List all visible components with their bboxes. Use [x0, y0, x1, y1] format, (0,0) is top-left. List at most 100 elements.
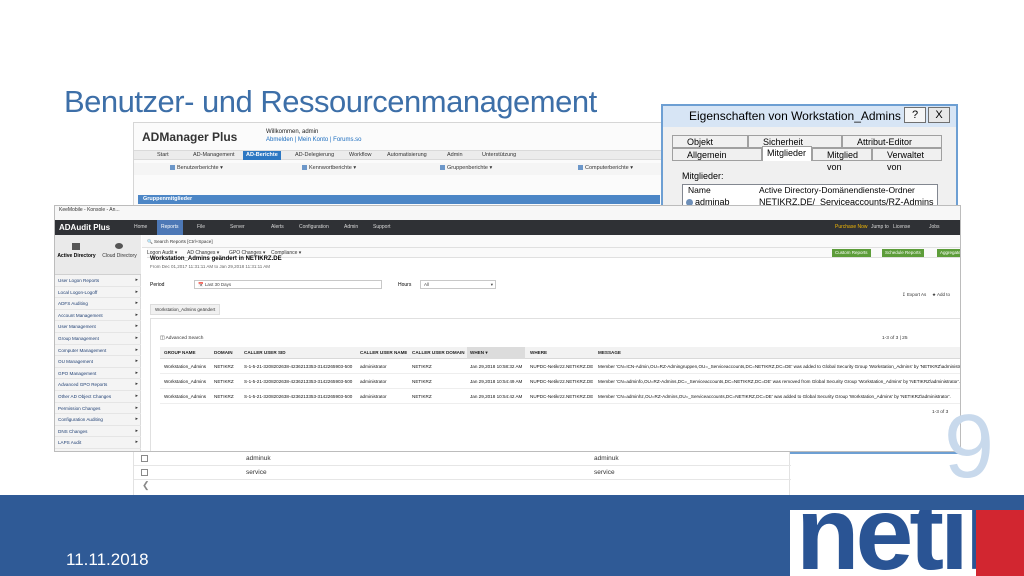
top-nav-alerts[interactable]: Alerts	[271, 220, 284, 235]
col-name[interactable]: Name	[688, 185, 711, 196]
close-button[interactable]: X	[928, 107, 950, 123]
adm-sub-password-reports[interactable]: Kennwortberichte ▾	[302, 165, 356, 171]
tab-verwaltet-von[interactable]: Verwaltet von	[872, 148, 942, 172]
menu-item[interactable]: Account Management	[55, 310, 141, 322]
adm-sub-computer-reports[interactable]: Computerberichte ▾	[578, 165, 633, 171]
row-checkbox[interactable]	[141, 455, 148, 462]
advanced-search-link[interactable]: ◫ Advanced Search	[160, 336, 203, 341]
sidebar: Active Directory Cloud Directory User Lo…	[55, 235, 141, 451]
cloud-icon	[115, 243, 123, 249]
menu-item[interactable]: Other AD Object Changes	[55, 391, 141, 403]
report-icon	[440, 165, 445, 170]
top-nav-home[interactable]: Home	[134, 220, 147, 235]
tab-allgemein[interactable]: Allgemein	[672, 148, 762, 161]
row-checkbox[interactable]	[141, 469, 148, 476]
license-link[interactable]: License	[893, 220, 910, 235]
top-nav-server-audit[interactable]: Server Audit	[230, 220, 245, 245]
scroll-left-icon[interactable]: ❮	[142, 480, 150, 491]
tab-mitglieder[interactable]: Mitglieder	[762, 146, 812, 161]
period-select[interactable]: 📅 Last 30 Days	[194, 280, 382, 289]
adm-nav-ad-delegation[interactable]: AD-Delegierung	[292, 151, 337, 160]
admanager-subnav: Benutzerberichte ▾ Kennwortberichte ▾ Gr…	[134, 163, 662, 175]
menu-item[interactable]: Group Management	[55, 333, 141, 345]
cell-message: Member 'CN=adminhz,OU=RZ-Admins,OU=_Serv…	[598, 394, 951, 399]
menu-item[interactable]: DNS Changes	[55, 426, 141, 438]
col-caller-name[interactable]: CALLER USER NAME	[360, 347, 407, 359]
menu-item[interactable]: Computer Management	[55, 345, 141, 357]
top-nav-support[interactable]: Support	[373, 220, 391, 235]
menu-item[interactable]: ADFS Auditing	[55, 298, 141, 310]
account-links[interactable]: Abmelden | Mein Konto | Forums.so	[266, 136, 362, 144]
period-label: Period	[150, 282, 165, 288]
menu-item[interactable]: Configuration Auditing	[55, 414, 141, 426]
logo-accent	[976, 510, 1024, 576]
purchase-now-link[interactable]: Purchase Now	[835, 220, 868, 235]
top-nav-configuration[interactable]: Configuration	[299, 220, 329, 235]
cell-caller: administrator	[360, 394, 387, 399]
menu-item[interactable]: Permission Changes	[55, 403, 141, 415]
jump-to-link[interactable]: Jump to	[871, 220, 889, 235]
search-reports[interactable]: 🔍 Search Reports [Ctrl+Space]	[147, 235, 213, 248]
adm-sub-group-reports[interactable]: Gruppenberichte ▾	[440, 165, 492, 171]
col-when[interactable]: WHEN ▾	[467, 347, 525, 359]
adaudit-logo: ADAudit Plus	[59, 223, 111, 232]
adm-sub-user-reports[interactable]: Benutzerberichte ▾	[170, 165, 223, 171]
add-to-button[interactable]: ★ Add to	[932, 292, 950, 298]
adm-nav-start[interactable]: Start	[154, 151, 172, 160]
cell-where: NUPDC-Netikrz2.NETIKRZ.DE	[530, 364, 594, 369]
menu-item[interactable]: User Management	[55, 321, 141, 333]
tab-objekt[interactable]: Objekt	[672, 135, 748, 148]
top-nav-admin[interactable]: Admin	[344, 220, 358, 235]
adm-nav-workflow[interactable]: Workflow	[346, 151, 375, 160]
sidebar-tabs: Active Directory Cloud Directory	[55, 235, 141, 275]
cell-caller-domain: NETIKRZ	[412, 394, 432, 399]
list-item[interactable]: service service	[134, 466, 791, 480]
adm-nav-automation[interactable]: Automatisierung	[384, 151, 430, 160]
chevron-down-icon: ▾	[490, 282, 493, 287]
list-item-login: service	[594, 469, 615, 476]
menu-item[interactable]: Local Logon-Logoff	[55, 287, 141, 299]
adm-nav-admin[interactable]: Admin	[444, 151, 466, 160]
col-caller-sid[interactable]: CALLER USER SID	[244, 347, 286, 359]
paging-top[interactable]: 1-3 of 3 | 25	[882, 336, 908, 341]
cell-when: Jan 29,2018 10:54:42 AM	[470, 394, 523, 399]
cell-sid: S-1-5-21-3208202638-4236213353-314226590…	[244, 379, 353, 384]
col-group-name[interactable]: GROUP NAME	[164, 347, 196, 359]
hours-select[interactable]: All ▾	[420, 280, 496, 289]
jobs-link[interactable]: Jobs	[929, 220, 940, 235]
export-button[interactable]: ↧ Export As	[902, 292, 926, 298]
col-message[interactable]: MESSAGE	[598, 347, 621, 359]
tab-cloud-directory[interactable]: Cloud Directory	[98, 253, 141, 259]
filter-pill[interactable]: Workstation_Admins geändert	[150, 304, 221, 315]
slide-title: Benutzer- und Ressourcenmanagement	[64, 84, 597, 119]
help-button[interactable]: ?	[904, 107, 926, 123]
adm-nav-support[interactable]: Unterstützung	[479, 151, 519, 160]
table-row[interactable]: Workstation_Admins NETIKRZ S-1-5-21-3208…	[160, 359, 961, 374]
top-nav-file-audit[interactable]: File Audit	[197, 220, 208, 245]
menu-item[interactable]: LAPS Audit	[55, 437, 141, 449]
cell-group: Workstation_Admins	[164, 379, 207, 384]
top-nav-reports[interactable]: Reports	[157, 220, 183, 235]
report-menu: User Logon Reports Local Logon-Logoff AD…	[55, 275, 141, 449]
menu-item[interactable]: OU Management	[55, 356, 141, 368]
tab-active-directory[interactable]: Active Directory	[55, 253, 98, 259]
menu-item[interactable]: GPO Management	[55, 368, 141, 380]
list-item[interactable]: adminuk adminuk	[134, 452, 791, 466]
menu-item[interactable]: Advanced GPO Reports	[55, 379, 141, 391]
menu-item[interactable]: User Logon Reports	[55, 275, 141, 287]
bookmark-bar: KeeMobile - Konsole - An...	[55, 206, 960, 220]
tab-mitglied-von[interactable]: Mitglied von	[812, 148, 872, 172]
col-domain[interactable]: DOMAIN	[214, 347, 233, 359]
admanager-logo: ADManager Plus	[142, 130, 238, 144]
col-where[interactable]: WHERE	[530, 347, 547, 359]
col-caller-domain[interactable]: CALLER USER DOMAIN	[412, 347, 465, 359]
cell-message: Member 'CN=ICN-Admin,OU=RZ-Admingruppen,…	[598, 364, 961, 369]
page-number: 9	[944, 397, 995, 497]
col-folder[interactable]: Active Directory-Domänendienste-Ordner	[759, 185, 915, 196]
adm-nav-ad-reports[interactable]: AD-Berichte	[243, 151, 281, 160]
table-row[interactable]: Workstation_Admins NETIKRZ S-1-5-21-3208…	[160, 374, 960, 389]
tab-attribut-editor[interactable]: Attribut-Editor	[842, 135, 942, 148]
cell-caller-domain: NETIKRZ	[412, 379, 432, 384]
adm-nav-ad-management[interactable]: AD-Management	[190, 151, 238, 160]
table-row[interactable]: Workstation_Admins NETIKRZ S-1-5-21-3208…	[160, 389, 960, 404]
